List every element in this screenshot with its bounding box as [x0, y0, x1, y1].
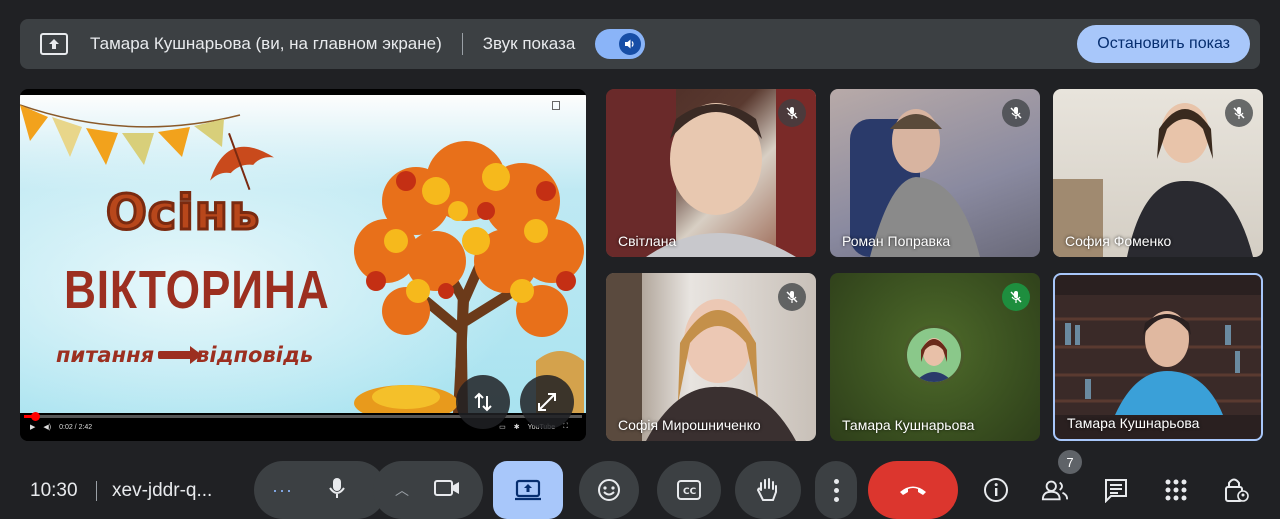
- mic-off-icon: [778, 283, 806, 311]
- divider: [96, 481, 97, 501]
- svg-text:CC: CC: [683, 487, 697, 497]
- microphone-icon: [329, 477, 345, 498]
- raise-hand-button[interactable]: [735, 461, 801, 519]
- slide-answer: відповідь: [196, 343, 314, 367]
- copy-icon: [552, 101, 560, 110]
- hand-icon: [756, 478, 777, 501]
- more-audio-options-icon[interactable]: ···: [272, 480, 293, 501]
- captions-icon: CC: [677, 480, 701, 500]
- bunting-decoration: [20, 104, 274, 191]
- progress-handle[interactable]: [31, 412, 40, 421]
- divider: [461, 33, 463, 55]
- subtitles-icon[interactable]: ▭: [499, 423, 506, 431]
- present-screen-button[interactable]: [493, 461, 563, 519]
- lock-person-icon: [1225, 478, 1249, 502]
- chevron-up-icon[interactable]: ︿: [395, 480, 409, 500]
- volume-icon[interactable]: ◀): [43, 423, 51, 431]
- expand-button[interactable]: [520, 375, 574, 429]
- emoji-button[interactable]: [579, 461, 639, 519]
- mic-off-icon: [1002, 99, 1030, 127]
- camera-icon: [434, 479, 459, 496]
- bottom-toolbar: 10:30 xev-jddr-q... ··· ︿ CC 7: [0, 450, 1280, 519]
- play-icon[interactable]: ▶: [30, 423, 35, 431]
- present-screen-icon: [40, 33, 68, 55]
- captions-button[interactable]: CC: [657, 461, 721, 519]
- participant-name: София Фоменко: [1065, 233, 1172, 249]
- fullscreen-icon[interactable]: ⛶: [563, 423, 568, 431]
- slide-tagline: питання відповідь: [56, 343, 313, 367]
- chat-button[interactable]: [1102, 476, 1130, 504]
- activities-button[interactable]: [1162, 476, 1190, 504]
- participant-count-badge: 7: [1058, 450, 1082, 474]
- mic-off-icon: [1225, 99, 1253, 127]
- participant-tile[interactable]: София Фоменко: [1053, 89, 1263, 257]
- people-button[interactable]: [1041, 476, 1069, 504]
- clock: 10:30: [30, 480, 78, 501]
- sound-toggle[interactable]: [595, 29, 646, 59]
- stop-presenting-button[interactable]: Остановить показ: [1077, 25, 1250, 63]
- swap-icon: [474, 392, 492, 412]
- more-options-button[interactable]: [815, 461, 857, 519]
- leave-call-button[interactable]: [868, 461, 958, 519]
- expand-icon: [538, 393, 556, 411]
- meeting-info-button[interactable]: [982, 476, 1010, 504]
- participant-name: Роман Поправка: [842, 233, 951, 249]
- quiz-slide: Осінь ВІКТОРИНА питання відповідь: [20, 95, 586, 413]
- present-screen-icon: [515, 479, 541, 501]
- microphone-button[interactable]: [327, 476, 347, 505]
- sound-label: Звук показа: [482, 34, 576, 53]
- presenter-text: Тамара Кушнарьова (ви, на главном экране…: [90, 34, 442, 53]
- host-controls-button[interactable]: [1222, 476, 1250, 504]
- emoji-icon: [598, 479, 620, 501]
- camera-group: ︿: [373, 461, 483, 519]
- participant-tile-self[interactable]: Тамара Кушнарьова: [1053, 273, 1263, 441]
- video-time: 0:02 / 2:42: [59, 423, 93, 431]
- slide-title: Осінь: [104, 184, 261, 243]
- participant-tile[interactable]: Світлана: [606, 89, 816, 257]
- participant-name: Світлана: [618, 233, 677, 249]
- shared-screen: Осінь ВІКТОРИНА питання відповідь ▶ ◀) 0…: [20, 89, 586, 441]
- slide-subtitle: ВІКТОРИНА: [64, 260, 330, 320]
- participant-tile[interactable]: Тамара Кушнарьова: [830, 273, 1040, 441]
- settings-icon[interactable]: ✱: [514, 423, 520, 431]
- chat-icon: [1105, 479, 1127, 503]
- end-call-icon: [900, 486, 926, 495]
- participant-name: Тамара Кушнарьова: [842, 417, 975, 433]
- mic-group: ···: [254, 461, 386, 519]
- mic-off-icon: [778, 99, 806, 127]
- camera-button[interactable]: [433, 478, 461, 503]
- autumn-tree-illustration: [354, 141, 584, 413]
- slide-question: питання: [56, 343, 155, 367]
- apps-grid-icon: [1165, 479, 1187, 501]
- more-vert-icon: [833, 477, 839, 504]
- mic-off-icon: [1002, 283, 1030, 311]
- people-icon: [1041, 480, 1069, 501]
- participant-name: Тамара Кушнарьова: [1067, 415, 1200, 431]
- participant-tile[interactable]: Роман Поправка: [830, 89, 1040, 257]
- meet-window: Тамара Кушнарьова (ви, на главном экране…: [0, 0, 1280, 519]
- swap-layout-button[interactable]: [456, 375, 510, 429]
- presenting-bar: Тамара Кушнарьова (ви, на главном экране…: [20, 19, 1260, 69]
- participant-tile[interactable]: Софія Мирошниченко: [606, 273, 816, 441]
- volume-icon: [619, 33, 642, 55]
- participant-name: Софія Мирошниченко: [618, 417, 761, 433]
- info-icon: [984, 478, 1008, 502]
- arrow-icon: [158, 346, 203, 364]
- avatar: [904, 325, 964, 385]
- meeting-code[interactable]: xev-jddr-q...: [112, 480, 212, 502]
